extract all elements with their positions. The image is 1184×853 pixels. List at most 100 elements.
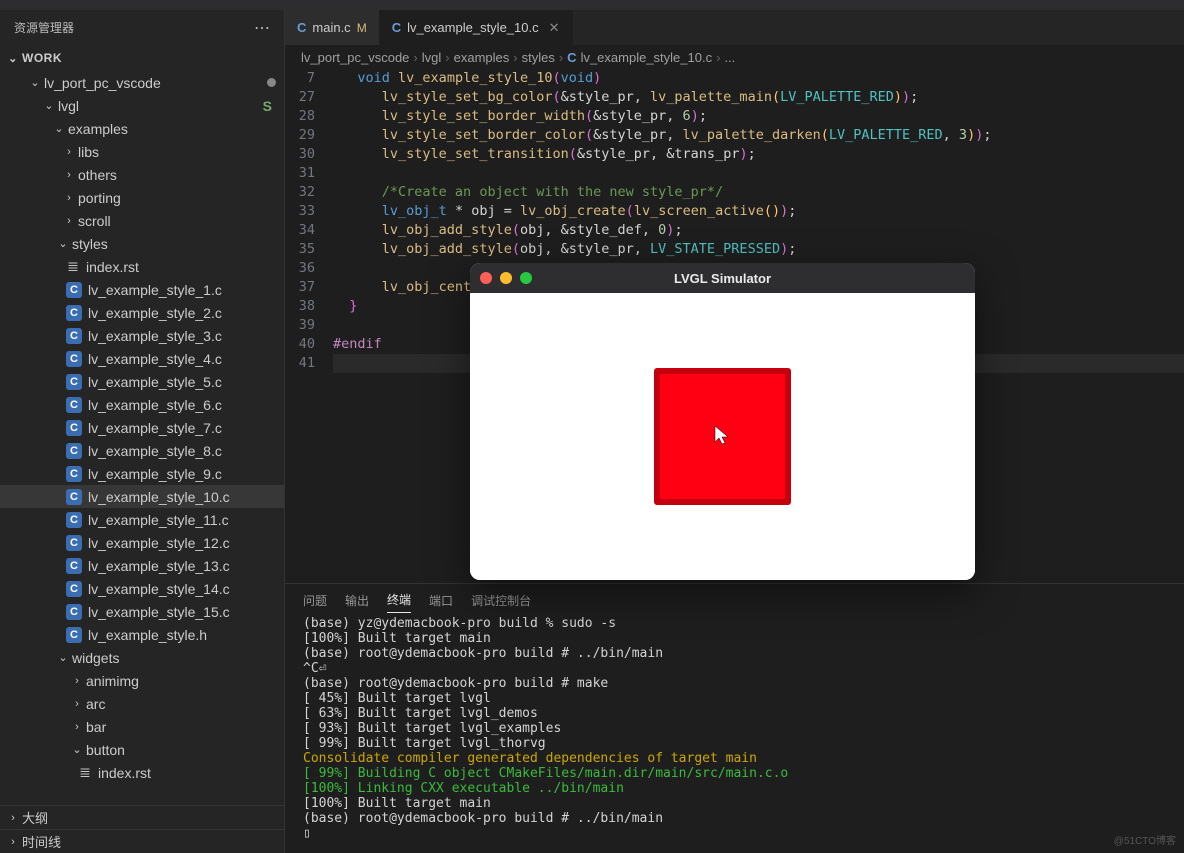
folder-arc[interactable]: ›arc	[0, 692, 284, 715]
file-style-14[interactable]: Clv_example_style_14.c	[0, 577, 284, 600]
c-file-icon: C	[66, 374, 82, 390]
chevron-right-icon: ›	[62, 169, 76, 181]
chevron-right-icon: ›	[62, 192, 76, 204]
chevron-down-icon: ⌄	[42, 99, 56, 112]
tab-problems[interactable]: 问题	[303, 588, 327, 613]
file-index-rst[interactable]: ≣index.rst	[0, 255, 284, 278]
folder-porting[interactable]: ›porting	[0, 186, 284, 209]
explorer-title: 资源管理器	[14, 19, 74, 36]
folder-styles[interactable]: ⌄styles	[0, 232, 284, 255]
tab-ports[interactable]: 端口	[429, 588, 453, 613]
chevron-down-icon: ⌄	[56, 237, 70, 250]
folder-animimg[interactable]: ›animimg	[0, 669, 284, 692]
folder-lvgl[interactable]: ⌄ lvgl S	[0, 94, 284, 117]
close-icon[interactable]: ✕	[549, 20, 560, 36]
watermark: @51CTO博客	[1114, 832, 1176, 847]
c-file-icon: C	[66, 420, 82, 436]
simulator-titlebar[interactable]: LVGL Simulator	[470, 263, 975, 293]
editor-tabs: C main.c M C lv_example_style_10.c ✕	[285, 10, 1184, 45]
file-button-index[interactable]: ≣index.rst	[0, 761, 284, 784]
tab-terminal[interactable]: 终端	[387, 587, 411, 613]
chevron-right-icon: ›	[6, 812, 20, 824]
file-style-6[interactable]: Clv_example_style_6.c	[0, 393, 284, 416]
git-status: S	[263, 98, 276, 114]
chevron-right-icon: ›	[6, 836, 20, 848]
text-file-icon: ≣	[66, 258, 80, 275]
folder-widgets[interactable]: ⌄widgets	[0, 646, 284, 669]
chevron-right-icon: ›	[62, 215, 76, 227]
chevron-down-icon: ⌄	[6, 52, 20, 65]
file-style-13[interactable]: Clv_example_style_13.c	[0, 554, 284, 577]
outline-section[interactable]: ›大纲	[0, 805, 284, 829]
close-window-icon[interactable]	[480, 272, 492, 284]
c-file-icon: C	[66, 604, 82, 620]
tab-debug[interactable]: 调试控制台	[471, 588, 531, 613]
file-style-10[interactable]: Clv_example_style_10.c	[0, 485, 284, 508]
text-file-icon: ≣	[78, 764, 92, 781]
c-file-icon: C	[66, 535, 82, 551]
more-icon[interactable]: ⋯	[254, 18, 270, 38]
chevron-down-icon: ⌄	[56, 651, 70, 664]
c-file-icon: C	[66, 397, 82, 413]
panel-tabs: 问题 输出 终端 端口 调试控制台	[285, 584, 1184, 616]
modified-indicator: M	[357, 21, 367, 35]
chevron-down-icon: ⌄	[52, 122, 66, 135]
c-file-icon: C	[66, 443, 82, 459]
tab-style-10[interactable]: C lv_example_style_10.c ✕	[380, 10, 573, 45]
chevron-right-icon: ›	[62, 146, 76, 158]
folder-others[interactable]: ›others	[0, 163, 284, 186]
folder-examples[interactable]: ⌄ examples	[0, 117, 284, 140]
file-style-4[interactable]: Clv_example_style_4.c	[0, 347, 284, 370]
file-style-1[interactable]: Clv_example_style_1.c	[0, 278, 284, 301]
minimize-window-icon[interactable]	[500, 272, 512, 284]
file-style-15[interactable]: Clv_example_style_15.c	[0, 600, 284, 623]
c-file-icon: C	[297, 20, 306, 35]
c-file-icon: C	[66, 489, 82, 505]
folder-scroll[interactable]: ›scroll	[0, 209, 284, 232]
simulator-title: LVGL Simulator	[470, 271, 975, 286]
c-file-icon: C	[66, 305, 82, 321]
chevron-down-icon: ⌄	[28, 76, 42, 89]
terminal-output[interactable]: (base) yz@ydemacbook-pro build % sudo -s…	[285, 616, 1184, 853]
cursor-icon	[713, 424, 731, 452]
file-style-2[interactable]: Clv_example_style_2.c	[0, 301, 284, 324]
file-style-8[interactable]: Clv_example_style_8.c	[0, 439, 284, 462]
file-style-7[interactable]: Clv_example_style_7.c	[0, 416, 284, 439]
file-style-11[interactable]: Clv_example_style_11.c	[0, 508, 284, 531]
folder-project[interactable]: ⌄ lv_port_pc_vscode	[0, 71, 284, 94]
lvgl-object[interactable]	[654, 368, 791, 505]
file-style-3[interactable]: Clv_example_style_3.c	[0, 324, 284, 347]
c-file-icon: C	[567, 50, 576, 65]
folder-bar[interactable]: ›bar	[0, 715, 284, 738]
c-file-icon: C	[66, 466, 82, 482]
work-section[interactable]: ⌄ WORK	[0, 45, 284, 71]
tab-output[interactable]: 输出	[345, 588, 369, 613]
c-file-icon: C	[66, 581, 82, 597]
c-file-icon: C	[66, 282, 82, 298]
chevron-right-icon: ›	[70, 698, 84, 710]
c-file-icon: C	[66, 351, 82, 367]
file-tree: ⌄ lv_port_pc_vscode ⌄ lvgl S ⌄ examples …	[0, 71, 284, 805]
timeline-section[interactable]: ›时间线	[0, 829, 284, 853]
file-style-12[interactable]: Clv_example_style_12.c	[0, 531, 284, 554]
line-numbers: 7 27 28 29 30 31 32 33 34 35 36 37 38 39…	[285, 69, 333, 583]
chevron-down-icon: ⌄	[70, 743, 84, 756]
sidebar: 资源管理器 ⋯ ⌄ WORK ⌄ lv_port_pc_vscode ⌄ lvg…	[0, 10, 285, 853]
file-style-9[interactable]: Clv_example_style_9.c	[0, 462, 284, 485]
modified-badge	[267, 78, 276, 87]
simulator-window[interactable]: LVGL Simulator	[470, 263, 975, 580]
folder-button[interactable]: ⌄button	[0, 738, 284, 761]
chevron-right-icon: ›	[70, 675, 84, 687]
c-file-icon: C	[66, 627, 82, 643]
folder-libs[interactable]: ›libs	[0, 140, 284, 163]
simulator-canvas[interactable]	[470, 293, 975, 580]
c-file-icon: C	[392, 20, 401, 35]
file-style-5[interactable]: Clv_example_style_5.c	[0, 370, 284, 393]
bottom-panel: 问题 输出 终端 端口 调试控制台 (base) yz@ydemacbook-p…	[285, 583, 1184, 853]
breadcrumb[interactable]: lv_port_pc_vscode› lvgl› examples› style…	[285, 45, 1184, 69]
c-file-icon: C	[66, 558, 82, 574]
file-style-h[interactable]: Clv_example_style.h	[0, 623, 284, 646]
chevron-right-icon: ›	[70, 721, 84, 733]
maximize-window-icon[interactable]	[520, 272, 532, 284]
tab-main-c[interactable]: C main.c M	[285, 10, 380, 45]
